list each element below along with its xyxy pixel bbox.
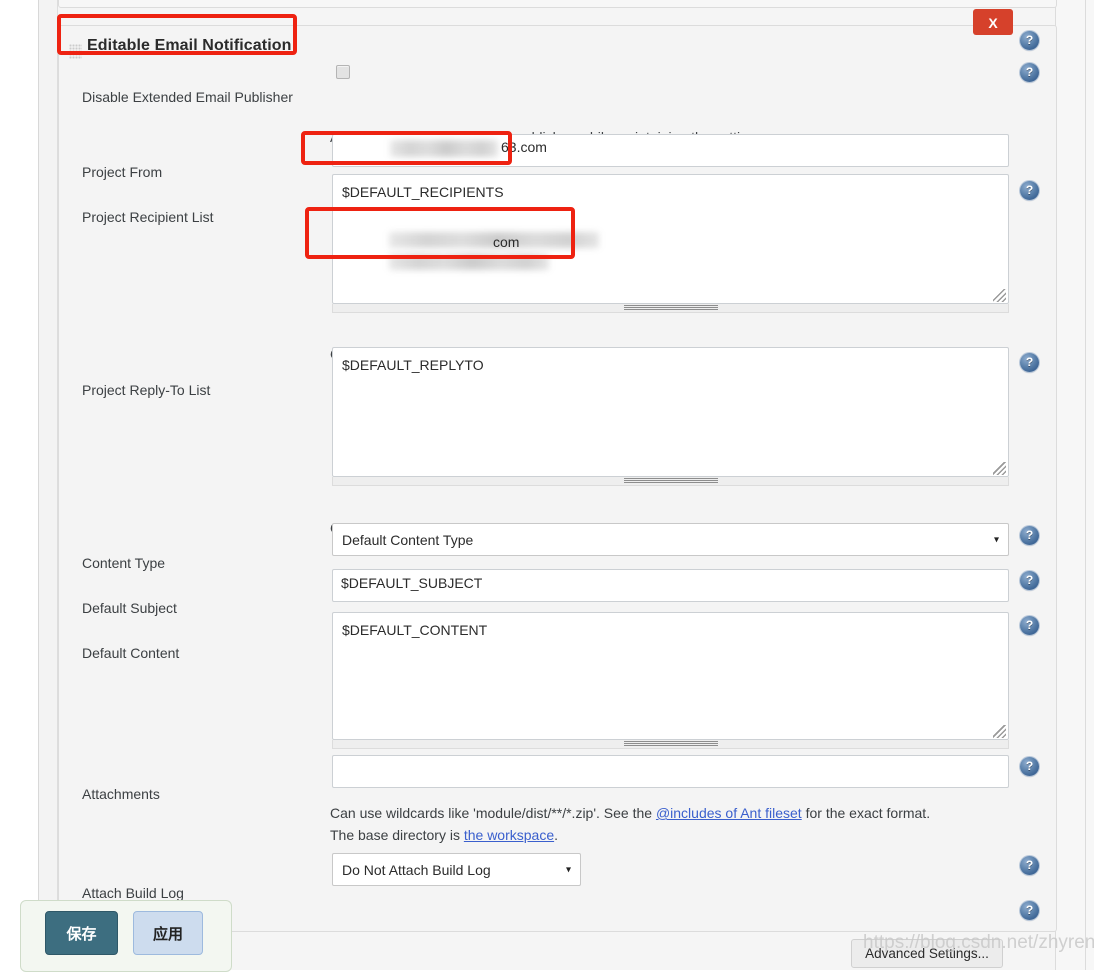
attachments-desc-part3: The base directory is bbox=[330, 826, 464, 843]
left-side-strip bbox=[39, 0, 57, 970]
attachments-desc-part4: . bbox=[554, 826, 559, 843]
ant-fileset-link[interactable]: @includes of Ant fileset bbox=[656, 805, 802, 821]
editable-email-notification-panel: Editable Email Notification X Disable Ex… bbox=[58, 9, 1057, 932]
disable-extended-email-publisher-checkbox[interactable] bbox=[336, 65, 350, 79]
chevron-down-icon: ▾ bbox=[993, 534, 999, 545]
content-type-value: Default Content Type bbox=[342, 531, 474, 548]
save-button[interactable]: 保存 bbox=[45, 911, 118, 955]
project-recipient-list-line1: $DEFAULT_RECIPIENTS bbox=[342, 184, 504, 200]
attach-build-log-select[interactable]: Do Not Attach Build Log ▾ bbox=[332, 853, 581, 886]
project-reply-to-list-textarea[interactable]: $DEFAULT_REPLYTO bbox=[332, 347, 1009, 477]
previous-section-panel-stub bbox=[58, 0, 1057, 8]
section-header: Editable Email Notification bbox=[59, 23, 1056, 67]
help-icon-default-content[interactable] bbox=[1020, 616, 1039, 635]
help-icon-section[interactable] bbox=[1020, 31, 1039, 50]
label-project-reply-to-list: Project Reply-To List bbox=[82, 382, 211, 398]
section-title: Editable Email Notification bbox=[87, 37, 292, 54]
label-project-from: Project From bbox=[82, 164, 163, 180]
label-attachments: Attachments bbox=[82, 786, 160, 802]
project-from-visible-value: 63.com bbox=[501, 139, 547, 155]
attachments-input[interactable] bbox=[332, 755, 1009, 788]
recipient-redacted-text-line2 bbox=[389, 254, 549, 270]
help-icon-default-subject[interactable] bbox=[1020, 571, 1039, 590]
attachments-desc-part1: Can use wildcards like 'module/dist/**/*… bbox=[330, 805, 656, 821]
project-reply-to-value: $DEFAULT_REPLYTO bbox=[342, 357, 484, 373]
label-default-content: Default Content bbox=[82, 645, 180, 661]
recipient-visible-value: com bbox=[493, 234, 520, 250]
reply-to-drag-bar[interactable] bbox=[332, 477, 1009, 486]
attachments-description: Can use wildcards like 'module/dist/**/*… bbox=[330, 803, 1030, 846]
workspace-link[interactable]: the workspace bbox=[464, 827, 554, 843]
drag-handle-icon[interactable] bbox=[69, 44, 82, 59]
page-background: Editable Email Notification X Disable Ex… bbox=[0, 0, 1094, 972]
help-icon-project-recipient-list[interactable] bbox=[1020, 181, 1039, 200]
label-attach-build-log: Attach Build Log bbox=[82, 885, 184, 901]
apply-button[interactable]: 应用 bbox=[133, 911, 203, 955]
help-icon-attach-build-log[interactable] bbox=[1020, 856, 1039, 875]
project-from-redacted-text bbox=[390, 140, 498, 157]
label-disable-extended-email-publisher: Disable Extended Email Publisher bbox=[82, 89, 293, 105]
close-button[interactable]: X bbox=[973, 9, 1013, 35]
content-type-select[interactable]: Default Content Type ▾ bbox=[332, 523, 1009, 556]
recipient-drag-bar[interactable] bbox=[332, 304, 1009, 313]
default-content-drag-bar[interactable] bbox=[332, 740, 1009, 749]
attach-build-log-value: Do Not Attach Build Log bbox=[342, 861, 491, 878]
advanced-settings-button[interactable]: Advanced Settings... bbox=[851, 939, 1003, 968]
help-icon-content-type[interactable] bbox=[1020, 526, 1039, 545]
default-content-textarea[interactable]: $DEFAULT_CONTENT bbox=[332, 612, 1009, 740]
label-content-type: Content Type bbox=[82, 555, 166, 571]
default-content-value: $DEFAULT_CONTENT bbox=[342, 622, 488, 638]
right-page-margin bbox=[1056, 0, 1094, 970]
right-divider-rule bbox=[1085, 0, 1086, 970]
default-subject-input[interactable]: $DEFAULT_SUBJECT bbox=[332, 569, 1009, 602]
label-project-recipient-list: Project Recipient List bbox=[82, 209, 214, 225]
default-subject-value: $DEFAULT_SUBJECT bbox=[341, 575, 483, 591]
left-page-margin bbox=[0, 0, 38, 970]
chevron-down-icon-build-log: ▾ bbox=[565, 864, 571, 875]
attachments-desc-part2: for the exact format. bbox=[801, 805, 931, 821]
help-icon-project-reply-to-list[interactable] bbox=[1020, 353, 1039, 372]
help-icon-attachments[interactable] bbox=[1020, 757, 1039, 776]
help-icon-content-token-reference[interactable] bbox=[1020, 901, 1039, 920]
help-icon-disable-publisher[interactable] bbox=[1020, 63, 1039, 82]
label-default-subject: Default Subject bbox=[82, 600, 177, 616]
